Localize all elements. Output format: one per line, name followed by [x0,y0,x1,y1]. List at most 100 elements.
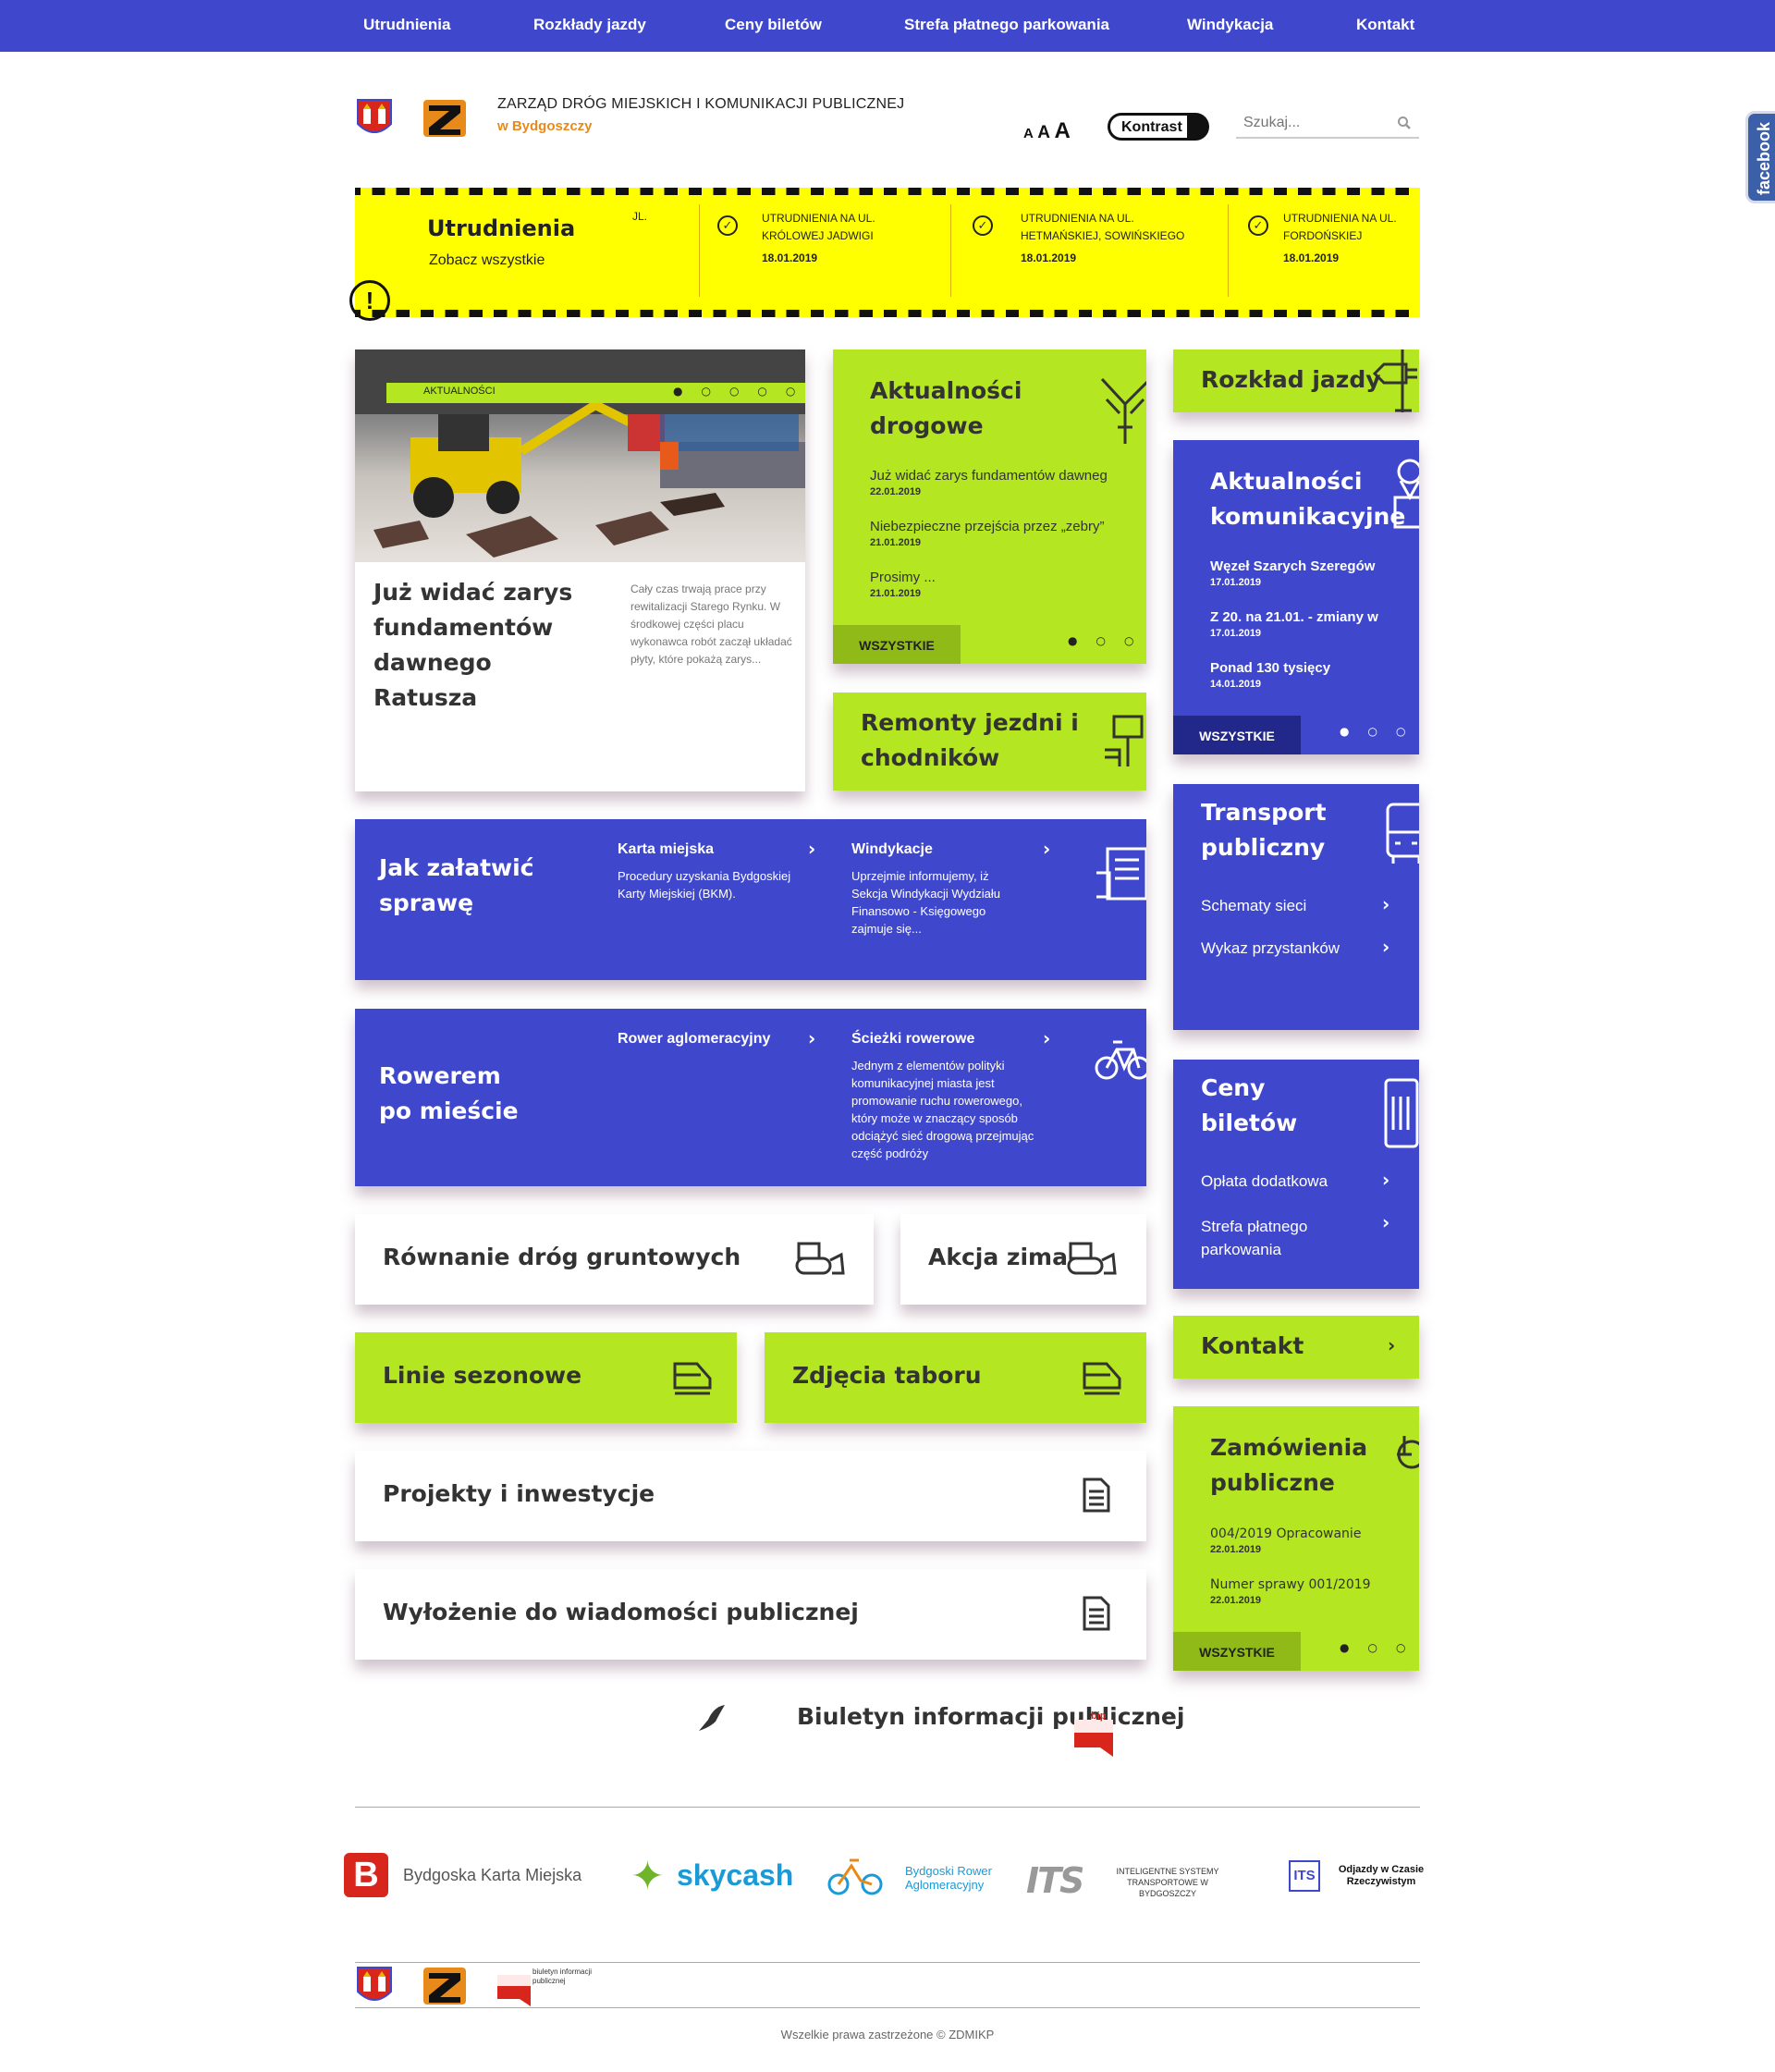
chevron-right-icon[interactable]: › [808,1027,815,1049]
procurement-item-2[interactable]: Numer sprawy 001/2019 22.01.2019 [1210,1577,1382,1606]
city-card-link[interactable]: Karta miejska [618,841,714,858]
timetable-tile[interactable]: Rozkład jazdy [1173,349,1419,412]
contact-title: Kontakt [1201,1332,1304,1359]
fleet-photos-tile[interactable]: Zdjęcia taboru [765,1332,1146,1423]
paid-parking-link[interactable]: Strefa płatnego parkowania [1201,1215,1340,1261]
font-medium-button[interactable]: A [1037,123,1050,142]
alert-item-2[interactable]: UTRUDNIENIA NA UL. HETMAŃSKIEJ, SOWIŃSKI… [1021,210,1206,267]
bike-paths-link[interactable]: Ścieżki rowerowe [851,1031,974,1048]
seasonal-lines-tile[interactable]: Linie sezonowe [355,1332,737,1423]
nav-ceny-biletow[interactable]: Ceny biletów [725,16,822,34]
city-bike-link[interactable]: Rower aglomeracyjny [618,1031,770,1048]
network-schemes-link[interactable]: Schematy sieci [1201,897,1306,915]
font-small-button[interactable]: A [1023,126,1034,141]
zdmikp-logo[interactable] [422,98,468,143]
stops-list-link[interactable]: Wykaz przystanków [1201,939,1340,958]
disruptions-see-all-link[interactable]: Zobacz wszystkie [429,252,545,269]
chevron-right-icon[interactable]: › [808,838,815,860]
disruptions-title[interactable]: Utrudnienia [427,215,575,241]
transport-news-all-button[interactable]: WSZYSTKIE [1173,716,1301,754]
public-notice-tile[interactable]: Wyłożenie do wiadomości publicznej [355,1569,1146,1660]
alert-divider [699,204,700,297]
grading-roads-title: Równanie dróg gruntowych [383,1244,741,1270]
featured-news-card[interactable]: AKTUALNOŚCI ●○○○○ Już widać zarys fundam… [355,349,805,791]
chevron-right-icon[interactable]: › [1043,838,1050,860]
featured-excerpt: Cały czas trwają prace przy rewitalizacj… [630,582,792,666]
public-procurement-title[interactable]: Zamówienia publiczne [1210,1430,1395,1501]
transport-news-title[interactable]: Aktualności komunikacyjne [1210,464,1405,534]
bip-logo[interactable]: bip [1072,1710,1115,1763]
bike-title[interactable]: Rowerem po mieście [379,1059,536,1129]
footer-bip-label: biuletyn informacji publicznej [532,1968,593,1985]
chevron-right-icon[interactable]: › [1382,1169,1389,1191]
news-item-text: Węzeł Szarych Szeregów [1210,558,1376,574]
transport-news-item-3[interactable]: Ponad 130 tysięcy 14.01.2019 [1210,660,1382,690]
alert-item-text: UTRUDNIENIA NA UL. KRÓLOWEJ JADWIGI [762,212,875,242]
collections-link[interactable]: Windykacje [851,841,933,858]
bip-link[interactable]: Biuletyn informacji publicznej [797,1699,1184,1735]
chevron-right-icon[interactable]: › [1382,893,1389,915]
search-icon[interactable] [1397,116,1412,135]
alert-item-3[interactable]: UTRUDNIENIA NA UL. FORDOŃSKIEJ 18.01.201… [1283,210,1422,267]
carousel-dots[interactable]: ●○○○○ [673,385,805,398]
grading-roads-tile[interactable]: Równanie dróg gruntowych [355,1214,874,1305]
transport-news-item-1[interactable]: Węzeł Szarych Szeregów 17.01.2019 [1210,558,1382,588]
bulldozer-icon [795,1240,845,1283]
divider [355,1807,1420,1808]
news-item-text: 004/2019 Opracowanie [1210,1526,1362,1541]
its-logo: ITS [1026,1860,1084,1901]
nav-strefa-parkowania[interactable]: Strefa płatnego parkowania [904,16,1109,34]
nav-rozklady-jazdy[interactable]: Rozkłady jazdy [533,16,646,34]
road-news-item-3[interactable]: Prosimy ... 21.01.2019 [870,570,1107,599]
contrast-toggle[interactable]: Kontrast [1108,113,1209,141]
document-icon [1082,1477,1111,1520]
chevron-right-icon[interactable]: › [1388,1334,1395,1356]
ticket-prices-title[interactable]: Ceny biletów [1201,1071,1312,1141]
contact-tile[interactable]: Kontakt › [1173,1316,1419,1379]
carousel-dots[interactable]: ●○○ [1068,634,1146,647]
public-transport-title[interactable]: Transport publiczny [1201,795,1349,865]
facebook-sidebar-tab[interactable]: facebook [1745,111,1775,203]
extra-fee-link[interactable]: Opłata dodatkowa [1201,1172,1328,1191]
repairs-tile[interactable]: Remonty jezdni i chodników [833,693,1146,791]
projects-tile[interactable]: Projekty i inwestycje [355,1451,1146,1541]
procurement-all-button[interactable]: WSZYSTKIE [1173,1632,1301,1671]
footer-city-crest-logo[interactable] [355,1964,394,2013]
chevron-right-icon[interactable]: › [1382,936,1389,958]
alert-item-date: 18.01.2019 [762,251,818,264]
bicycle-icon [1095,1033,1146,1091]
nav-kontakt[interactable]: Kontakt [1356,16,1414,34]
city-crest-logo[interactable] [355,96,394,145]
carousel-dots[interactable]: ●○○ [1340,1641,1419,1654]
footer-bip-logo[interactable]: biuletyn informacji publicznej [496,1968,592,2013]
winter-action-tile[interactable]: Akcja zima [900,1214,1146,1305]
chevron-right-icon[interactable]: › [1382,1211,1389,1233]
road-news-item-2[interactable]: Niebezpieczne przejścia przez „zebry” 21.… [870,519,1107,548]
featured-headline[interactable]: Już widać zarys fundamentów dawnego Ratu… [373,575,595,716]
nav-utrudnienia[interactable]: Utrudnienia [363,16,450,34]
bike-rental-partner-link[interactable]: Bydgoski Rower Aglomeracyjny [826,1853,992,1902]
carousel-dots[interactable]: ●○○ [1340,725,1419,738]
font-large-button[interactable]: A [1054,118,1070,143]
road-news-title[interactable]: Aktualności drogowe [870,374,1055,444]
footer-zdmikp-logo[interactable] [422,1966,468,2011]
alert-item-1[interactable]: UTRUDNIENIA NA UL. KRÓLOWEJ JADWIGI 18.0… [762,210,900,267]
nav-windykacja[interactable]: Windykacja [1187,16,1273,34]
news-tag: AKTUALNOŚCI [423,386,496,397]
timetable-title: Rozkład jazdy [1201,366,1381,393]
news-item-text: Numer sprawy 001/2019 [1210,1577,1371,1592]
how-to-title[interactable]: Jak załatwić sprawę [379,851,536,921]
how-to-card: Jak załatwić sprawę Karta miejska › Proc… [355,819,1146,980]
news-item-text: Prosimy ... [870,570,936,585]
search-input[interactable] [1236,109,1384,137]
road-news-item-1[interactable]: Już widać zarys fundamentów dawnego 22.01… [870,468,1107,497]
public-transport-card: Transport publiczny Schematy sieci › Wyk… [1173,784,1419,1030]
road-news-all-button[interactable]: WSZYSTKIE [833,625,961,664]
chevron-right-icon[interactable]: › [1043,1027,1050,1049]
procurement-item-1[interactable]: 004/2019 Opracowanie 22.01.2019 [1210,1526,1382,1555]
news-item-text: Już widać zarys fundamentów dawnego [870,468,1107,484]
transport-news-item-2[interactable]: Z 20. na 21.01. - zmiany w 17.01.2019 [1210,609,1382,639]
fleet-photos-title: Zdjęcia taboru [792,1362,982,1389]
copyright: Wszelkie prawa zastrzeżone © ZDMIKP [780,2028,995,2041]
auction-icon [1384,1427,1419,1489]
